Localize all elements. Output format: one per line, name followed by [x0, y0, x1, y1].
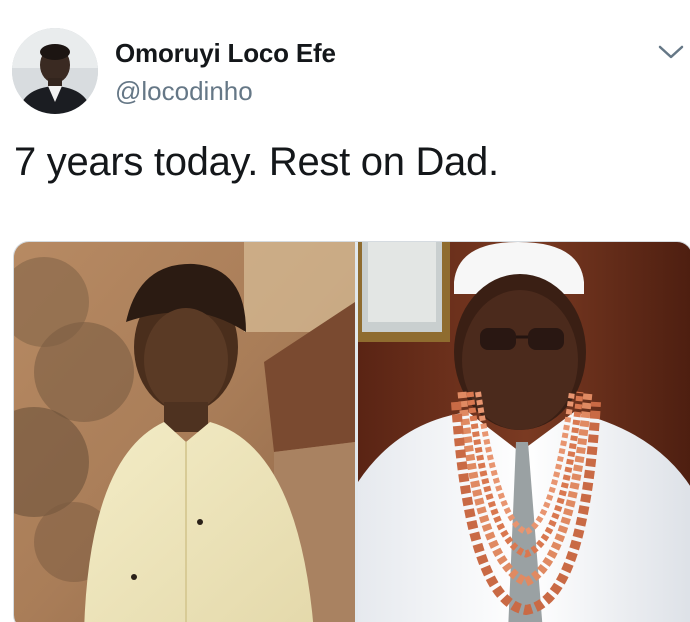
chevron-down-icon[interactable] — [656, 42, 686, 62]
display-name[interactable]: Omoruyi Loco Efe — [115, 38, 336, 69]
photo-right[interactable] — [358, 242, 690, 622]
tweet-card: Omoruyi Loco Efe @locodinho 7 years toda… — [0, 0, 690, 622]
tweet-text: 7 years today. Rest on Dad. — [14, 140, 499, 184]
avatar[interactable] — [12, 28, 98, 114]
author-info[interactable]: Omoruyi Loco Efe @locodinho — [115, 38, 336, 107]
user-handle[interactable]: @locodinho — [115, 76, 336, 107]
tweet-media — [13, 241, 690, 622]
photo-left[interactable] — [14, 242, 355, 622]
